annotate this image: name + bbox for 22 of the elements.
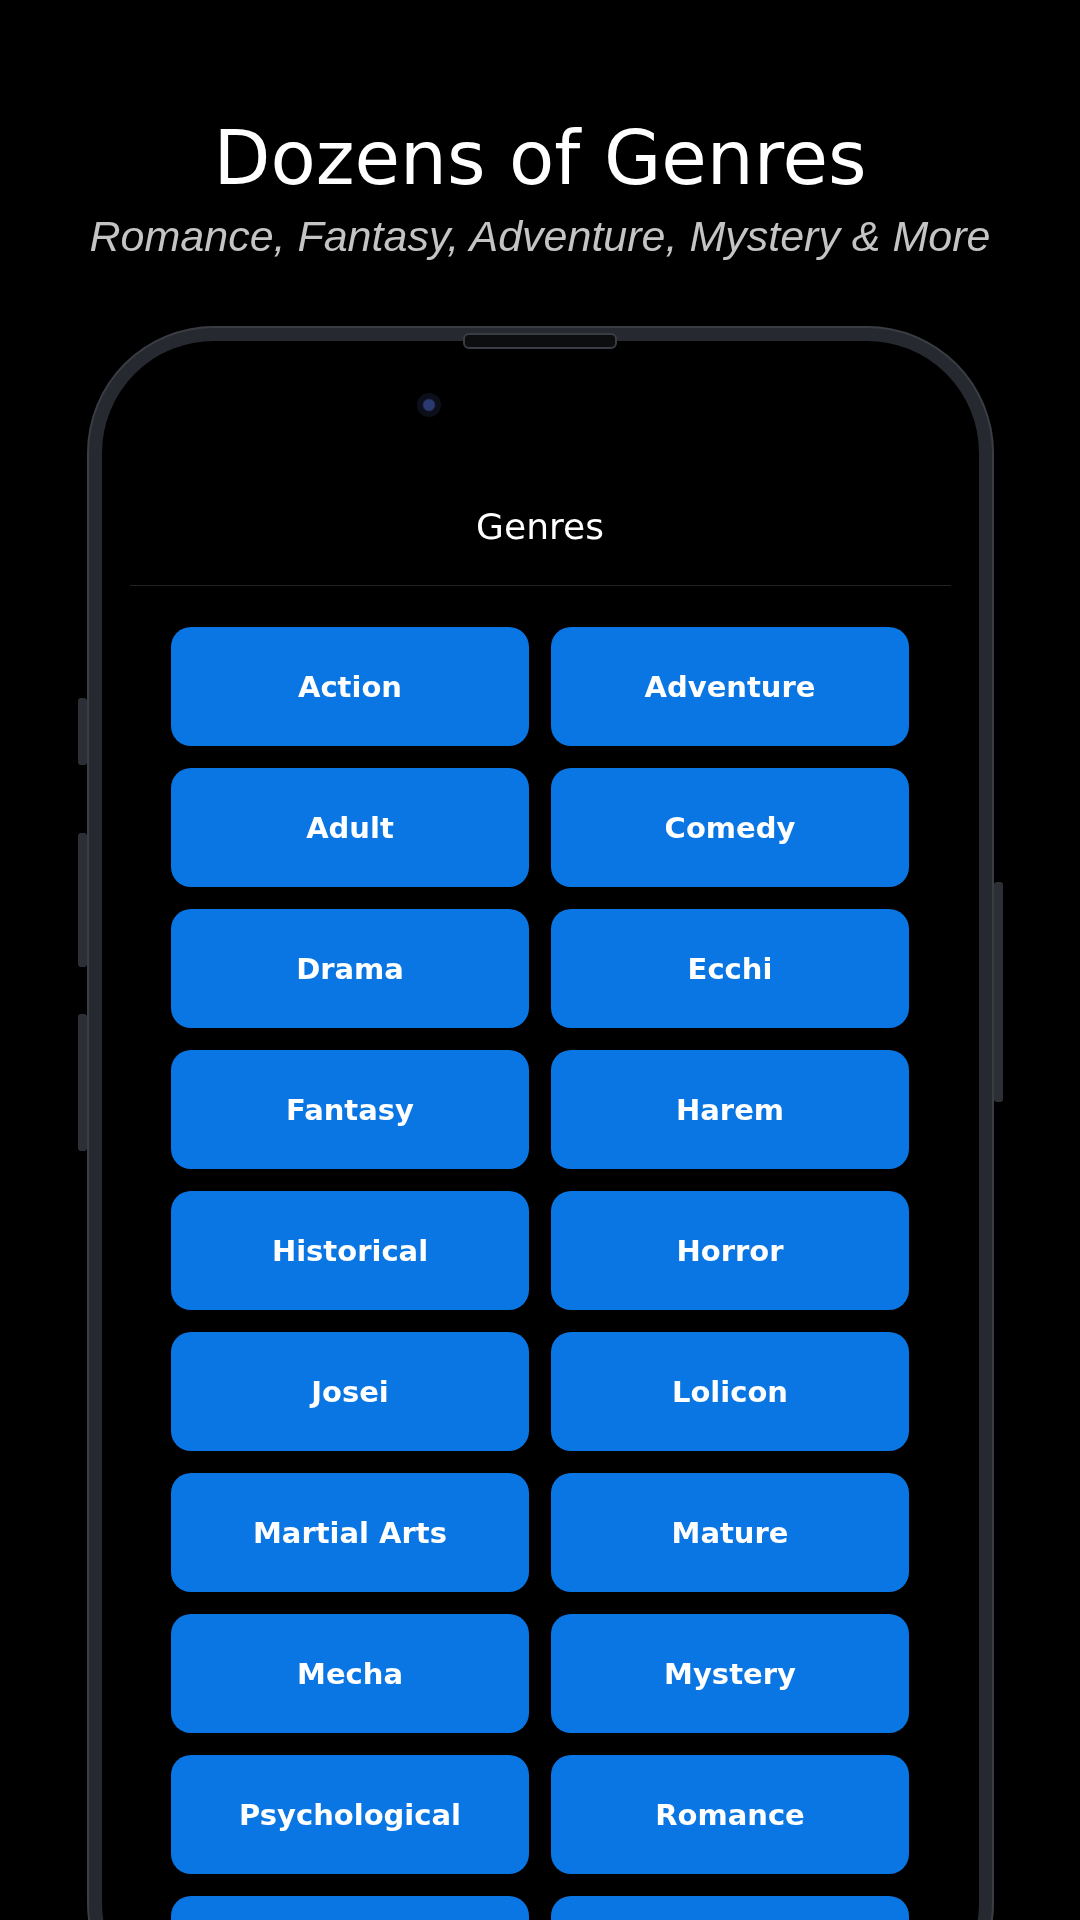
genre-button[interactable]: Adventure: [551, 627, 909, 746]
genre-button[interactable]: Horror: [551, 1191, 909, 1310]
genre-button[interactable]: Mecha: [171, 1614, 529, 1733]
genre-button[interactable]: Lolicon: [551, 1332, 909, 1451]
genre-button[interactable]: Action: [171, 627, 529, 746]
camera-icon: [416, 393, 441, 417]
genre-button[interactable]: Comedy: [551, 768, 909, 887]
genre-button[interactable]: Mature: [551, 1473, 909, 1592]
screen-title: Genres: [476, 507, 604, 547]
genre-button[interactable]: Ecchi: [551, 909, 909, 1028]
genre-button[interactable]: Martial Arts: [171, 1473, 529, 1592]
genre-button[interactable]: Josei: [171, 1332, 529, 1451]
genre-button[interactable]: Historical: [171, 1191, 529, 1310]
genre-button[interactable]: Fantasy: [171, 1050, 529, 1169]
genre-button[interactable]: Drama: [171, 909, 529, 1028]
genre-button[interactable]: Mystery: [551, 1614, 909, 1733]
headline-title: Dozens of Genres: [213, 118, 867, 199]
genre-button[interactable]: Adult: [171, 768, 529, 887]
genre-button[interactable]: Romance: [551, 1755, 909, 1874]
headline-subtitle: Romance, Fantasy, Adventure, Mystery & More: [89, 211, 991, 261]
genre-button[interactable]: Harem: [551, 1050, 909, 1169]
genre-button[interactable]: Psychological: [171, 1755, 529, 1874]
